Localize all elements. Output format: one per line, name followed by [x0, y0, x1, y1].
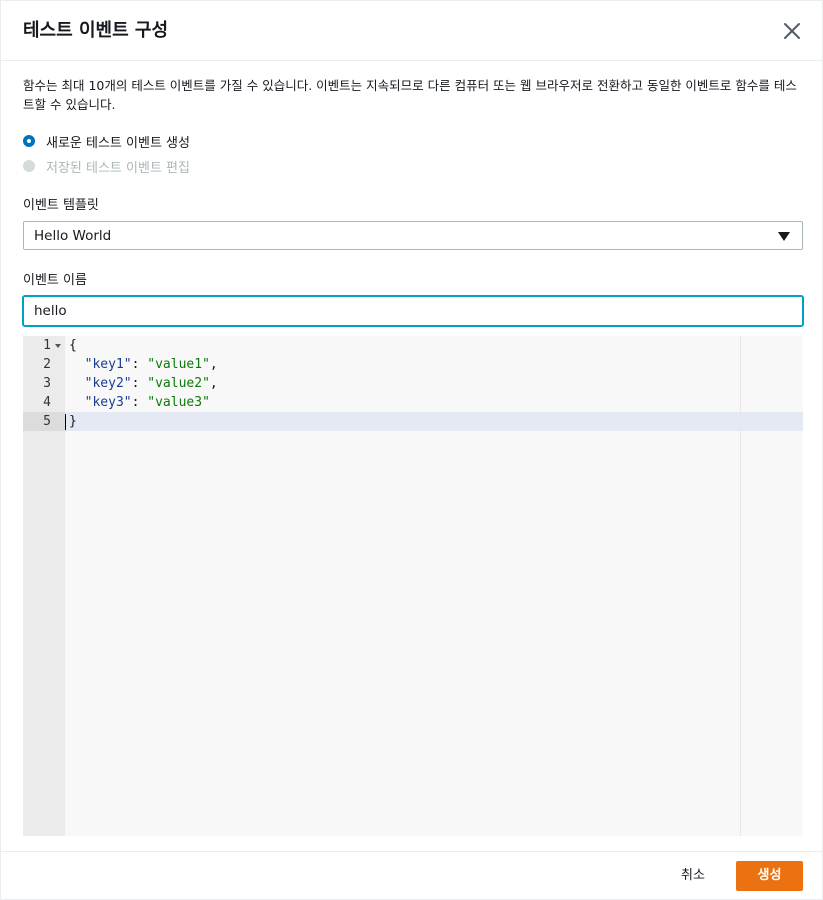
- code-line: "key1": "value1",: [69, 355, 218, 374]
- radio-edit-saved-event: 저장된 테스트 이벤트 편집: [23, 156, 190, 176]
- text-cursor: [65, 414, 66, 430]
- code-key: "key2": [84, 376, 132, 391]
- code-token: ,: [209, 357, 218, 372]
- event-name-label: 이벤트 이름: [23, 273, 87, 288]
- code-line: }: [69, 412, 77, 431]
- code-token: :: [131, 357, 148, 372]
- event-template-select[interactable]: Hello World: [23, 221, 803, 250]
- line-number: 4: [43, 395, 51, 410]
- code-value: "value3": [147, 395, 210, 410]
- line-number: 1: [43, 338, 51, 353]
- caret-down-icon: [778, 232, 790, 241]
- event-template-label: 이벤트 템플릿: [23, 198, 99, 213]
- dialog-description: 함수는 최대 10개의 테스트 이벤트를 가질 수 있습니다. 이벤트는 지속되…: [23, 78, 797, 112]
- code-line: {: [69, 336, 77, 355]
- dialog-header: 테스트 이벤트 구성: [1, 1, 822, 61]
- code-key: "key3": [84, 395, 132, 410]
- print-margin: [740, 336, 741, 836]
- code-token: ,: [209, 376, 218, 391]
- active-line-highlight: [23, 412, 803, 431]
- dialog-title: 테스트 이벤트 구성: [23, 20, 169, 41]
- close-icon: [784, 23, 800, 39]
- create-button[interactable]: 생성: [736, 861, 803, 891]
- code-token: :: [131, 376, 148, 391]
- line-number: 2: [43, 357, 51, 372]
- radio-label: 저장된 테스트 이벤트 편집: [46, 160, 190, 176]
- line-number: 3: [43, 376, 51, 391]
- cancel-button[interactable]: 취소: [665, 862, 721, 890]
- fold-toggle-icon[interactable]: [55, 344, 61, 348]
- code-key: "key1": [84, 357, 132, 372]
- radio-label: 새로운 테스트 이벤트 생성: [46, 135, 190, 151]
- code-token: :: [131, 395, 148, 410]
- configure-test-event-dialog: 테스트 이벤트 구성 함수는 최대 10개의 테스트 이벤트를 가질 수 있습니…: [0, 0, 823, 900]
- event-name-input[interactable]: [22, 295, 804, 327]
- code-token: {: [69, 338, 77, 353]
- code-value: "value1": [147, 357, 210, 372]
- code-value: "value2": [147, 376, 210, 391]
- line-number: 5: [43, 414, 51, 429]
- json-code-editor[interactable]: 1 2 3 4 5 { "key1": "value1", "key2": "v…: [23, 336, 803, 836]
- code-token: }: [69, 414, 77, 429]
- close-button[interactable]: [780, 19, 804, 43]
- event-template-value: Hello World: [34, 228, 112, 244]
- code-line: "key3": "value3": [69, 393, 210, 412]
- radio-button-checked[interactable]: [23, 135, 35, 147]
- radio-button-disabled: [23, 160, 35, 172]
- code-line: "key2": "value2",: [69, 374, 218, 393]
- radio-create-new-event[interactable]: 새로운 테스트 이벤트 생성: [23, 131, 190, 151]
